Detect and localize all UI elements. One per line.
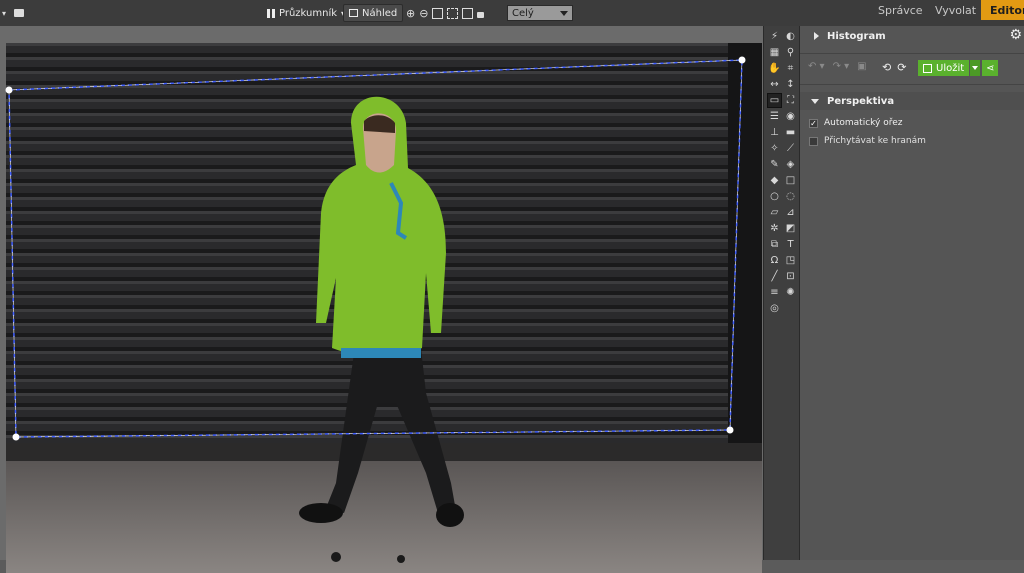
rotate-tools: ⟲ ⟳ — [882, 61, 906, 74]
share-icon: ⋖ — [985, 62, 995, 74]
top-toolbar: ▾ Průzkumník ▾ Náhled ⊕ ⊖ Celý Správce V… — [0, 0, 1024, 27]
tab-editor[interactable]: Editor — [981, 0, 1024, 20]
actual-size-icon[interactable] — [462, 7, 474, 19]
crop-icon[interactable]: ⌗ — [784, 62, 797, 75]
wand-icon[interactable]: ✧ — [768, 142, 781, 155]
polygon-lasso-icon[interactable]: ▱ — [768, 206, 781, 219]
perspective-label: Perspektiva — [827, 95, 895, 107]
corner-handle[interactable] — [726, 426, 734, 434]
symbol-icon[interactable]: Ω — [768, 254, 781, 267]
left-tools: ▾ — [2, 0, 25, 26]
lock-icon[interactable] — [477, 11, 485, 18]
image-icon[interactable]: ▣ — [857, 61, 866, 72]
rubber-icon[interactable]: ◆ — [768, 174, 781, 187]
image-icon — [349, 9, 358, 17]
grid-icon[interactable]: ▦ — [768, 46, 781, 59]
magic-select-icon[interactable]: ✲ — [768, 222, 781, 235]
save-label: Uložit — [936, 62, 965, 74]
magnetic-lasso-icon[interactable]: ⊿ — [784, 206, 797, 219]
gradient-icon[interactable]: ◩ — [784, 222, 797, 235]
shape-icon[interactable]: ◳ — [784, 254, 797, 267]
target-icon[interactable]: ◎ — [768, 302, 781, 315]
caret-down-icon — [811, 98, 819, 104]
undo-icon[interactable]: ↶ ▾ — [808, 61, 825, 72]
chevron-down-icon — [560, 11, 568, 16]
save-button[interactable]: Uložit — [918, 60, 970, 76]
tool-strip: ⚡ ◐ ▦ ⚲ ✋ ⌗ ↔ ↕ ▭ ⛶ ☰ ◉ ⊥ ▬ ✧ ⟋ ✎ ◈ ◆ □ … — [763, 26, 800, 560]
caret-right-icon — [814, 32, 819, 40]
snap-edges-label: Přichytávat ke hranám — [824, 136, 926, 146]
redo-icon[interactable]: ↷ ▾ — [833, 61, 850, 72]
zoom-select[interactable]: Celý — [507, 5, 573, 21]
dropdown-arrow-icon[interactable]: ▾ — [2, 9, 6, 18]
image-canvas[interactable] — [0, 26, 763, 573]
right-panel: Histogram ⚙ ↶ ▾ ↷ ▾ ▣ ⟲ ⟳ Uložit ⋖ Persp… — [800, 26, 1024, 560]
bucket-icon[interactable]: ◈ — [784, 158, 797, 171]
histogram-header[interactable]: Histogram ⚙ — [800, 26, 1024, 46]
hand-icon[interactable]: ✋ — [768, 62, 781, 75]
zoom-out-icon[interactable]: ⊖ — [419, 7, 428, 20]
preview-toggle[interactable]: Náhled — [343, 0, 404, 26]
explorer-layout-icon — [267, 8, 275, 18]
lightning-icon[interactable]: ⚡ — [768, 30, 781, 43]
chevron-down-icon — [972, 66, 979, 70]
tab-spravce[interactable]: Správce — [868, 0, 933, 20]
list-icon[interactable]: ≡ — [768, 286, 781, 299]
auto-crop-label: Automatický ořez — [824, 118, 903, 128]
zoom-in-icon[interactable]: ⊕ — [406, 7, 415, 20]
auto-crop-option[interactable]: ✓ Automatický ořez — [800, 116, 1024, 130]
explorer-label: Průzkumník — [279, 7, 338, 19]
corner-handle[interactable] — [738, 56, 746, 64]
gear-icon[interactable]: ⚙ — [1009, 27, 1022, 43]
snap-edges-option[interactable]: Přichytávat ke hranám — [800, 134, 1024, 148]
line-icon[interactable]: ╱ — [768, 270, 781, 283]
layers-icon[interactable]: ☰ — [768, 110, 781, 123]
stamp-icon[interactable]: ⊥ — [768, 126, 781, 139]
ellipse-select-icon[interactable]: ○ — [768, 190, 781, 203]
level-icon[interactable]: ↕ — [784, 78, 797, 91]
brush-icon[interactable]: ✎ — [768, 158, 781, 171]
disk-icon — [923, 63, 932, 73]
share-button[interactable]: ⋖ — [982, 60, 999, 76]
rotate-left-icon[interactable]: ⟲ — [882, 61, 891, 74]
zoom-select-value: Celý — [512, 7, 534, 19]
zoom-icon[interactable]: ⚲ — [784, 46, 797, 59]
frame-icon[interactable]: ⊡ — [784, 270, 797, 283]
smudge-icon[interactable]: ⟋ — [784, 142, 797, 155]
fit-icon[interactable] — [432, 7, 444, 19]
history-tools: ↶ ▾ ↷ ▾ ▣ — [808, 61, 867, 72]
text-icon[interactable]: T — [784, 238, 797, 251]
tab-vyvolat[interactable]: Vyvolat — [925, 0, 986, 20]
measure-icon[interactable]: ↔ — [768, 78, 781, 91]
explorer-toggle[interactable]: Průzkumník ▾ — [262, 0, 350, 26]
perspective-icon[interactable]: ▭ — [767, 93, 782, 108]
patch-icon[interactable]: ▬ — [784, 126, 797, 139]
perspective-frame[interactable] — [0, 26, 763, 560]
transform-icon[interactable]: ⛶ — [784, 94, 797, 107]
clone-icon[interactable]: ⧉ — [768, 238, 781, 251]
corner-handle[interactable] — [5, 86, 13, 94]
perspective-header[interactable]: Perspektiva — [800, 92, 1024, 110]
preview-label: Náhled — [362, 7, 398, 19]
eraser-icon[interactable]: ◐ — [784, 30, 797, 43]
fullscreen-icon[interactable] — [447, 7, 459, 19]
lasso-icon[interactable]: ◌ — [784, 190, 797, 203]
folder-add-icon[interactable] — [14, 9, 25, 17]
save-group: Uložit ⋖ — [918, 60, 999, 76]
rotate-right-icon[interactable]: ⟳ — [897, 61, 906, 74]
eye-icon[interactable]: ◉ — [784, 110, 797, 123]
rect-select-icon[interactable]: □ — [784, 174, 797, 187]
settings-icon[interactable]: ✺ — [784, 286, 797, 299]
histogram-label: Histogram — [827, 30, 886, 42]
zoom-tools: ⊕ ⊖ — [406, 0, 485, 26]
auto-crop-checkbox[interactable]: ✓ — [809, 118, 818, 128]
save-dropdown[interactable] — [970, 60, 981, 76]
snap-edges-checkbox[interactable] — [809, 136, 818, 146]
corner-handle[interactable] — [12, 433, 20, 441]
